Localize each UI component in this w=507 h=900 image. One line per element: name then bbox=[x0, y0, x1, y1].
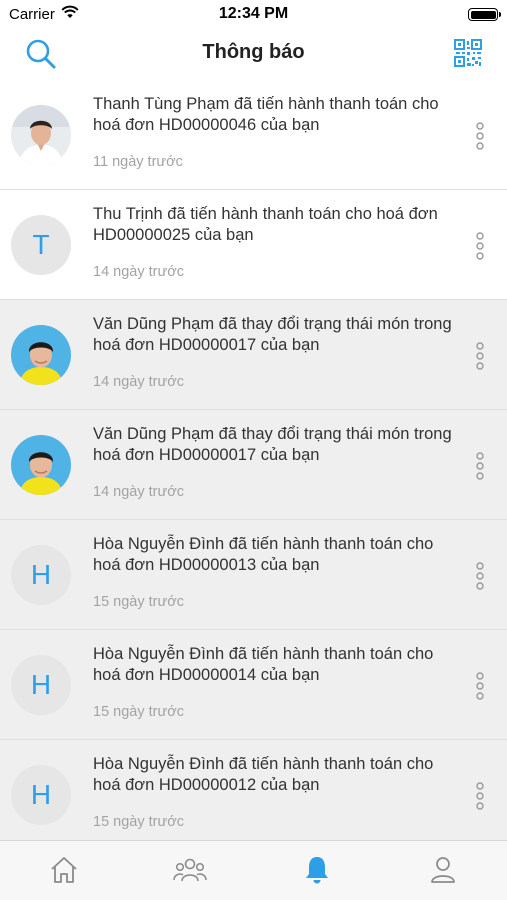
avatar-initial: H bbox=[30, 669, 52, 700]
status-time: 12:34 PM bbox=[218, 5, 289, 22]
tab-bar bbox=[0, 840, 507, 900]
notification-message: Văn Dũng Phạm đã thay đổi trạng thái món… bbox=[93, 315, 452, 354]
notification-message: Hòa Nguyễn Đình đã tiến hành thanh toán … bbox=[93, 645, 434, 684]
more-options-icon[interactable] bbox=[474, 232, 486, 260]
notification-message: Hòa Nguyễn Đình đã tiến hành thanh toán … bbox=[93, 755, 434, 794]
notification-item[interactable]: Thanh Tùng Phạm đã tiến hành thanh toán … bbox=[0, 80, 507, 190]
notification-item[interactable]: Văn Dũng Phạm đã thay đổi trạng thái món… bbox=[0, 410, 507, 520]
home-icon[interactable] bbox=[47, 853, 81, 887]
avatar-initial: H bbox=[30, 779, 52, 810]
notification-item[interactable]: H Hòa Nguyễn Đình đã tiến hành thanh toá… bbox=[0, 520, 507, 630]
notification-time: 15 ngày trước bbox=[93, 814, 184, 830]
avatar: H bbox=[11, 545, 71, 605]
battery-icon bbox=[468, 8, 501, 21]
notification-list[interactable]: Thanh Tùng Phạm đã tiến hành thanh toán … bbox=[0, 80, 507, 840]
notification-time: 14 ngày trước bbox=[93, 264, 184, 280]
user-icon[interactable] bbox=[426, 853, 460, 887]
notification-message: Thanh Tùng Phạm đã tiến hành thanh toán … bbox=[93, 95, 439, 134]
page-title: Thông báo bbox=[202, 41, 305, 63]
notification-item[interactable]: Văn Dũng Phạm đã thay đổi trạng thái món… bbox=[0, 300, 507, 410]
notification-message: Hòa Nguyễn Đình đã tiến hành thanh toán … bbox=[93, 535, 434, 574]
notification-time: 14 ngày trước bbox=[93, 484, 184, 500]
avatar: T bbox=[11, 215, 71, 275]
more-options-icon[interactable] bbox=[474, 562, 486, 590]
avatar bbox=[11, 325, 71, 385]
qr-code-icon[interactable] bbox=[453, 38, 483, 68]
avatar-initial: T bbox=[32, 229, 50, 260]
avatar: H bbox=[11, 655, 71, 715]
group-icon[interactable] bbox=[173, 853, 207, 887]
more-options-icon[interactable] bbox=[474, 452, 486, 480]
notification-time: 15 ngày trước bbox=[93, 594, 184, 610]
more-options-icon[interactable] bbox=[474, 122, 486, 150]
status-bar: Carrier 12:34 PM bbox=[0, 0, 507, 28]
avatar: H bbox=[11, 765, 71, 825]
notification-time: 14 ngày trước bbox=[93, 374, 184, 390]
notification-item[interactable]: T Thu Trịnh đã tiến hành thanh toán cho … bbox=[0, 190, 507, 300]
more-options-icon[interactable] bbox=[474, 342, 486, 370]
nav-bar: Thông báo bbox=[0, 28, 507, 81]
avatar bbox=[11, 105, 71, 165]
avatar bbox=[11, 435, 71, 495]
bell-icon[interactable] bbox=[300, 853, 334, 887]
avatar-initial: H bbox=[30, 559, 52, 590]
notification-message: Thu Trịnh đã tiến hành thanh toán cho ho… bbox=[93, 205, 438, 244]
notification-item[interactable]: H Hòa Nguyễn Đình đã tiến hành thanh toá… bbox=[0, 740, 507, 840]
more-options-icon[interactable] bbox=[474, 672, 486, 700]
notification-time: 15 ngày trước bbox=[93, 704, 184, 720]
notification-item[interactable]: H Hòa Nguyễn Đình đã tiến hành thanh toá… bbox=[0, 630, 507, 740]
notification-time: 11 ngày trước bbox=[93, 154, 183, 170]
more-options-icon[interactable] bbox=[474, 782, 486, 810]
notification-message: Văn Dũng Phạm đã thay đổi trạng thái món… bbox=[93, 425, 452, 464]
